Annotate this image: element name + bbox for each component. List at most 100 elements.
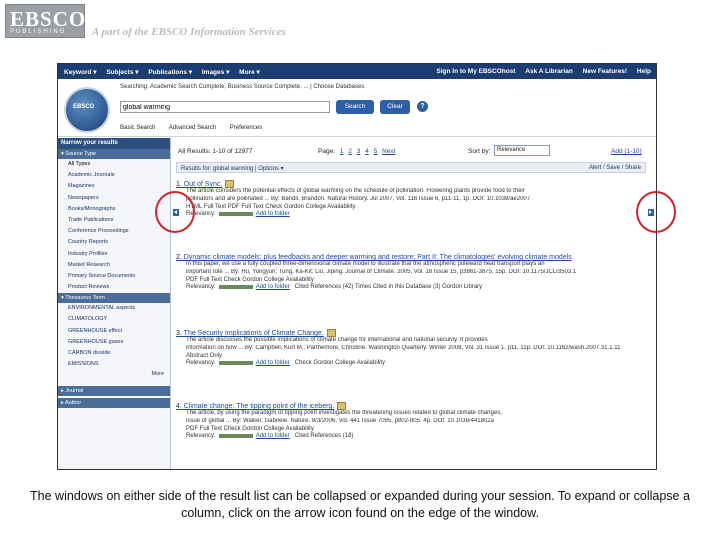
source-type-item[interactable]: Industry Profiles — [58, 249, 170, 260]
nav-sign-in[interactable]: Sign In to My EBSCOhost — [436, 68, 515, 75]
page-link[interactable]: 4 — [365, 148, 369, 155]
page-link[interactable]: 3 — [357, 148, 361, 155]
result-fulltext-links[interactable]: PDF Full Text Check Gordon College Avail… — [186, 277, 646, 285]
alert-save-share[interactable]: Alert / Save / Share — [589, 165, 641, 171]
result-title[interactable]: 2. Dynamic climate models: plus feedback… — [176, 254, 646, 261]
add-all-link[interactable]: Add (1-10) — [611, 148, 642, 155]
tagline: A part of the EBSCO Information Services — [92, 26, 286, 38]
result-relevancy: Relevancy: Add to folder Cited References… — [186, 284, 483, 291]
add-to-folder-link[interactable]: Add to folder — [256, 433, 290, 439]
source-type-item[interactable]: Primary Source Documents — [58, 271, 170, 282]
result-abstract: The article, by using the paradigm of ti… — [186, 410, 502, 416]
source-type-item[interactable]: Trade Publications — [58, 215, 170, 226]
result-relevancy: Relevancy: Add to folder — [186, 211, 290, 218]
search-input[interactable] — [120, 101, 330, 113]
slide-caption: The windows on either side of the result… — [30, 489, 690, 520]
page-link[interactable]: 2 — [348, 148, 352, 155]
nav-help[interactable]: Help — [637, 68, 651, 75]
nav-more[interactable]: More ▾ — [239, 69, 260, 76]
searching-databases[interactable]: Searching: Academic Search Complete, Bus… — [120, 84, 364, 90]
nav-publications[interactable]: Publications ▾ — [148, 69, 192, 76]
relevancy-bar — [218, 284, 253, 289]
ebscohost-screenshot: Keyword ▾ Subjects ▾ Publications ▾ Imag… — [57, 63, 657, 470]
result-source: issue of global ... By: Walker, Gabriele… — [186, 417, 494, 424]
top-navigation: Keyword ▾ Subjects ▾ Publications ▾ Imag… — [58, 64, 656, 79]
nav-ask-librarian[interactable]: Ask A Librarian — [525, 68, 573, 75]
source-type-item[interactable]: Product Reviews — [58, 282, 170, 293]
result-item: 3. The Security Implications of Climate … — [176, 329, 646, 368]
advanced-search-link[interactable]: Advanced Search — [169, 125, 216, 131]
add-to-folder-link[interactable]: Add to folder — [256, 211, 290, 217]
result-fulltext-links[interactable]: PDF Full Text Check Gordon College Avail… — [186, 426, 646, 434]
sort-label: Sort by: — [468, 148, 491, 155]
source-type-header[interactable]: ▾ Source Type — [58, 149, 170, 159]
add-to-folder-link[interactable]: Add to folder — [256, 360, 290, 366]
source-type-item[interactable]: All Types — [58, 159, 170, 170]
help-icon[interactable]: ? — [417, 101, 428, 112]
result-item: 2. Dynamic climate models: plus feedback… — [176, 254, 646, 292]
thesaurus-term-item[interactable]: ENVIRONMENTAL aspects — [58, 303, 170, 314]
source-type-item[interactable]: Newspapers — [58, 193, 170, 204]
preview-icon[interactable] — [337, 402, 347, 410]
thesaurus-term-item[interactable]: GREENHOUSE gases — [58, 337, 170, 348]
result-abstract: In this paper, we use a fully coupled th… — [186, 261, 545, 267]
thesaurus-term-item[interactable]: EMISSIONS — [58, 359, 170, 370]
author-header[interactable]: ▸ Author — [58, 398, 170, 409]
pagination: Page: 1 2 3 4 5 Next — [318, 148, 395, 155]
result-relevancy: Relevancy: Add to folder Check Gordon Col… — [186, 360, 386, 367]
result-title[interactable]: 3. The Security Implications of Climate … — [176, 329, 646, 337]
nav-keyword[interactable]: Keyword ▾ — [64, 69, 97, 76]
results-options[interactable]: Results for: global warming | Options ▾ — [181, 165, 284, 172]
source-type-item[interactable]: Books/Monographs — [58, 204, 170, 215]
preferences-link[interactable]: Preferences — [230, 125, 262, 131]
result-extra-links[interactable]: Cited References (42) Times Cited in thi… — [295, 284, 482, 290]
nav-new-features[interactable]: New Features! — [583, 68, 627, 75]
clear-button[interactable]: Clear — [380, 100, 410, 114]
search-button[interactable]: Search — [336, 100, 374, 114]
result-extra-links[interactable]: Cited References (18) — [295, 433, 354, 439]
thesaurus-more-link[interactable]: More — [58, 370, 170, 378]
result-item: 4. Climate change: The tipping point of … — [176, 402, 646, 441]
ebsco-logo: EBSCO PUBLISHING — [5, 4, 85, 38]
source-type-item[interactable]: Academic Journals — [58, 170, 170, 181]
result-title[interactable]: 4. Climate change: The tipping point of … — [176, 402, 646, 410]
ebscohost-logo: EBSCO — [64, 87, 110, 133]
highlight-ring-left — [155, 191, 195, 233]
result-extra-links[interactable]: Check Gordon College Availability — [295, 360, 385, 366]
page-label: Page: — [318, 148, 335, 155]
thesaurus-term-item[interactable]: CARBON dioxide — [58, 348, 170, 359]
source-type-item[interactable]: Country Reports — [58, 237, 170, 248]
result-item: 1. Out of Sync. The article considers th… — [176, 180, 646, 219]
result-fulltext-links[interactable]: Abstract Only — [186, 353, 646, 361]
narrow-results-header: Narrow your results — [58, 138, 170, 149]
result-source: important role ... By: Hu, Yongyun; Tung… — [186, 268, 577, 275]
result-list: All Results: 1-10 of 12977 Page: 1 2 3 4… — [176, 138, 656, 469]
result-abstract: The article considers the potential effe… — [186, 188, 525, 194]
source-type-item[interactable]: Market Research — [58, 260, 170, 271]
source-type-item[interactable]: Magazines — [58, 181, 170, 192]
results-options-bar: Results for: global warming | Options ▾ … — [176, 162, 646, 173]
basic-search-link[interactable]: Basic Search — [120, 125, 155, 131]
thesaurus-term-item[interactable]: GREENHOUSE effect — [58, 326, 170, 337]
ebscohost-logo-text: EBSCO — [73, 104, 95, 110]
nav-images[interactable]: Images ▾ — [202, 69, 229, 76]
relevancy-bar — [218, 360, 253, 365]
result-title[interactable]: 1. Out of Sync. — [176, 180, 646, 188]
thesaurus-term-item[interactable]: CLIMATOLOGY — [58, 314, 170, 325]
preview-icon[interactable] — [326, 329, 336, 337]
page-link[interactable]: 1 — [340, 148, 344, 155]
source-type-item[interactable]: Conference Proceedings — [58, 226, 170, 237]
result-fulltext-links[interactable]: HTML Full Text PDF Full Text Check Gordo… — [186, 204, 646, 212]
result-source: pollinators and are pollinated ... By: B… — [186, 195, 531, 202]
search-mode-links: Basic Search Advanced Search Preferences — [120, 125, 274, 131]
page-link[interactable]: 5 — [374, 148, 378, 155]
add-to-folder-link[interactable]: Add to folder — [256, 284, 290, 290]
thesaurus-term-header[interactable]: ▾ Thesaurus Term — [58, 293, 170, 304]
preview-icon[interactable] — [225, 180, 235, 188]
journal-header[interactable]: ▸ Journal — [58, 386, 170, 397]
results-count: All Results: 1-10 of 12977 — [178, 148, 253, 155]
sort-select[interactable]: Relevance — [494, 145, 550, 156]
next-page-link[interactable]: Next — [382, 148, 395, 155]
slide: EBSCO PUBLISHING A part of the EBSCO Inf… — [0, 0, 720, 540]
nav-subjects[interactable]: Subjects ▾ — [106, 69, 138, 76]
